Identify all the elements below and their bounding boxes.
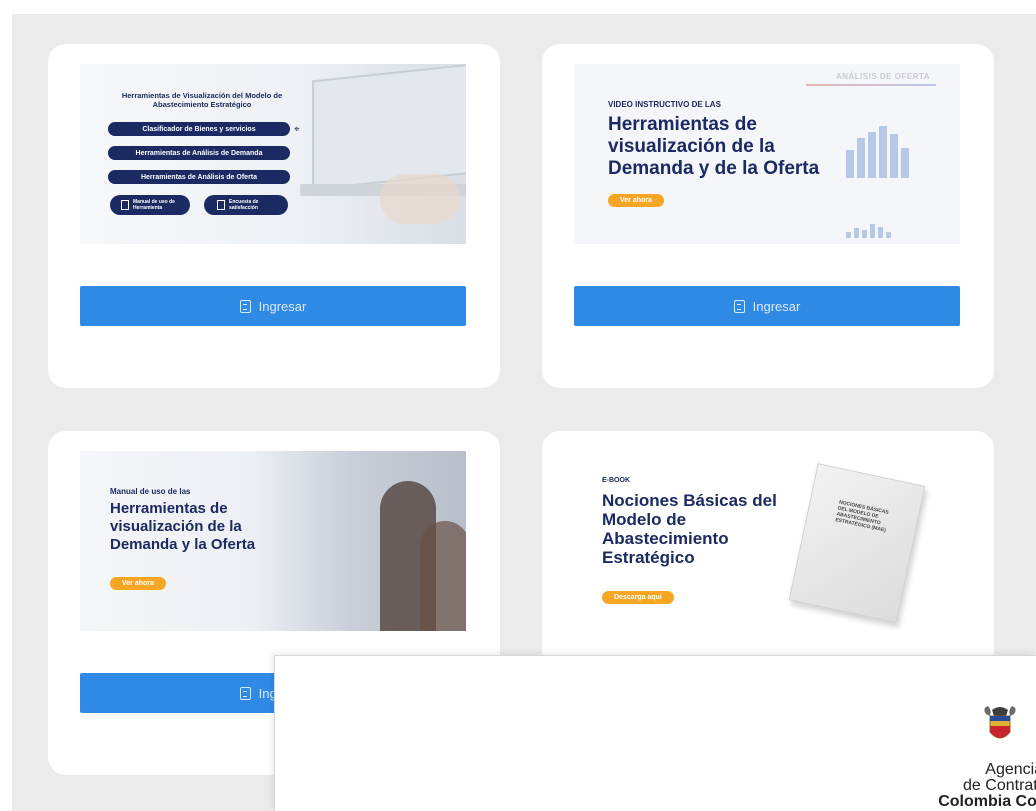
watermark-title: ANÁLISIS DE OFERTA [835,72,930,81]
colombia-coat-of-arms-icon [980,704,1020,750]
card-herramientas: Herramientas de Visualización del Modelo… [48,44,500,388]
card-title: Herramientas de Visualización del Modelo… [121,91,283,109]
cursor-icon: ⌖ [294,124,300,135]
encuesta-button[interactable]: Encuesta de satisfacción [204,195,288,215]
manual-button-label: Manual de uso de Herramienta [133,199,175,211]
agency-line-1: Agencia Nac [985,761,1036,778]
hand-shape [380,174,460,224]
card-image-video[interactable]: ANÁLISIS DE OFERTA VIDEO INSTRUCTIVO DE … [574,64,960,244]
descarga-button[interactable]: Descarga aquí [602,591,674,604]
card-image-manual[interactable]: Manual de uso de las Herramientas de vis… [80,451,466,631]
card-title: Herramientas de visualización de la Dema… [110,500,256,553]
encuesta-button-label: Encuesta de satisfacción [229,199,259,211]
ebook-cover: NOCIONES BÁSICAS DEL MODELO DE ABASTECIM… [788,463,926,623]
card-image-herramientas[interactable]: Herramientas de Visualización del Modelo… [80,64,466,244]
link-clasificador[interactable]: Clasificador de Bienes y servicios [108,122,290,136]
card-video-instructivo: ANÁLISIS DE OFERTA VIDEO INSTRUCTIVO DE … [542,44,994,388]
link-analisis-demanda[interactable]: Herramientas de Análisis de Demanda [108,146,290,160]
document-icon [121,200,129,210]
ebook-cover-text: NOCIONES BÁSICAS DEL MODELO DE ABASTECIM… [834,499,890,534]
ingresar-label: Ingresar [752,298,801,314]
clipboard-icon [217,200,225,210]
link-analisis-oferta[interactable]: Herramientas de Análisis de Oferta [108,170,290,184]
card-eyebrow: VIDEO INSTRUCTIVO DE LAS [608,100,721,109]
agency-line-2: de Contratación [963,777,1036,794]
photo-person-2 [420,521,466,631]
ingresar-label: Ingresar [258,298,307,314]
card-title: Nociones Básicas del Modelo de Abastecim… [602,491,777,567]
card-title: Herramientas de visualización de la Dema… [608,114,820,179]
modal-dialog: Agencia Nac de Contratación Colombia Com… [274,655,1036,811]
laptop-illustration [312,64,466,191]
card-eyebrow: E-BOOK [602,477,630,484]
watermark-underline [806,84,936,86]
ver-ahora-button[interactable]: Ver ahora [608,194,664,207]
ingresar-button[interactable]: Ingresar [80,286,466,326]
book-icon [733,299,745,313]
book-icon [239,686,251,700]
agency-name: Agencia Nac de Contratación Colombia Com… [938,762,1036,810]
card-eyebrow: Manual de uso de las [110,487,191,496]
card-image-ebook[interactable]: E-BOOK Nociones Básicas del Modelo de Ab… [574,451,960,631]
ingresar-button[interactable]: Ingresar [574,286,960,326]
manual-button[interactable]: Manual de uso de Herramienta [110,195,190,215]
ver-ahora-button[interactable]: Ver ahora [110,577,166,590]
background-mini-chart [846,222,906,238]
agency-line-3: Colombia Compra [938,793,1036,810]
book-icon [239,299,251,313]
